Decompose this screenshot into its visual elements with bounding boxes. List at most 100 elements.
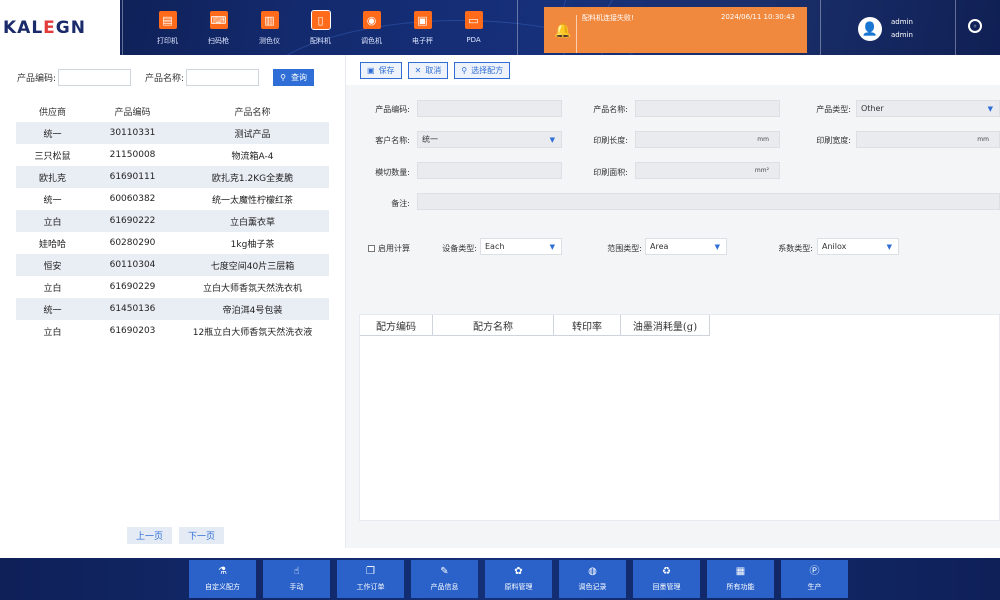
save-icon: ▣ xyxy=(367,66,375,75)
alert-banner[interactable]: 🔔 配料机连接失败! 2024/06/11 10:30:43 xyxy=(544,7,807,53)
bottom-nav-item[interactable]: ✿ 原料管理 xyxy=(485,560,552,598)
caret-down-icon: ▼ xyxy=(714,242,720,251)
table-cell: 恒安 xyxy=(16,254,89,276)
user-info[interactable]: 👤 admin admin xyxy=(858,16,913,42)
table-cell: 欧扎克1.2KG全麦脆 xyxy=(176,166,329,188)
next-page-button[interactable]: 下一页 xyxy=(179,527,224,544)
print-area-field[interactable]: mm² xyxy=(635,162,780,179)
product-type-value: Other xyxy=(861,104,884,113)
table-row[interactable]: 立白 61690229 立白大师香氛天然洗衣机 xyxy=(16,276,329,298)
device-nav: ▤ 打印机 ⌨ 扫码枪 ▥ 测色仪 ▯ 配料机 ◉ 调色机 ▣ 电子秤 ▭ PDA xyxy=(142,0,499,55)
nav-label: 电子秤 xyxy=(412,37,433,45)
product-name-field[interactable] xyxy=(635,100,780,117)
save-button-label: 保存 xyxy=(378,66,395,75)
nav-item-color-mixer[interactable]: ◉ 调色机 xyxy=(346,0,397,55)
coefficient-type-select[interactable]: Anilox ▼ xyxy=(817,238,899,255)
caret-down-icon: ▼ xyxy=(549,242,555,251)
product-type-select[interactable]: Other ▼ xyxy=(856,100,1000,117)
bottom-nav-item[interactable]: ◍ 调色记录 xyxy=(559,560,626,598)
divider xyxy=(955,0,956,55)
die-cut-qty-field[interactable] xyxy=(417,162,562,179)
nav-item-dispenser[interactable]: ▯ 配料机 xyxy=(295,0,346,55)
nav-item-scale[interactable]: ▣ 电子秤 xyxy=(397,0,448,55)
nav-item-printer[interactable]: ▤ 打印机 xyxy=(142,0,193,55)
table-cell: 物流箱A-4 xyxy=(176,144,329,166)
table-row[interactable]: 三只松鼠 21150008 物流箱A-4 xyxy=(16,144,329,166)
save-button[interactable]: ▣ 保存 xyxy=(360,62,402,79)
table-row[interactable]: 立白 61690203 12瓶立白大师香氛天然洗衣液 xyxy=(16,320,329,342)
nav-item-barcode-scanner[interactable]: ⌨ 扫码枪 xyxy=(193,0,244,55)
scale-icon: ▣ xyxy=(413,11,432,29)
coefficient-type-label: 系数类型: xyxy=(778,244,813,253)
table-cell: 61690203 xyxy=(89,320,176,342)
table-cell: 61690229 xyxy=(89,276,176,298)
table-cell: 三只松鼠 xyxy=(16,144,89,166)
nav-item-colorimeter[interactable]: ▥ 测色仪 xyxy=(244,0,295,55)
column-header: 配方编码 xyxy=(360,315,433,336)
bottom-nav-item[interactable]: ✎ 产品信息 xyxy=(411,560,478,598)
bottom-nav-item[interactable]: ⚗ 自定义配方 xyxy=(189,560,256,598)
table-row[interactable]: 统一 30110331 测试产品 xyxy=(16,122,329,144)
table-cell: 1kg柚子茶 xyxy=(176,232,329,254)
bottom-nav-item[interactable]: ♻ 回墨管理 xyxy=(633,560,700,598)
table-row[interactable]: 欧扎克 61690111 欧扎克1.2KG全麦脆 xyxy=(16,166,329,188)
product-code-label: 产品编码: xyxy=(375,105,410,114)
function-icon: Ⓟ xyxy=(809,565,820,577)
product-code-field[interactable] xyxy=(417,100,562,117)
divider xyxy=(122,0,123,55)
table-cell: 统一 xyxy=(16,122,89,144)
printer-icon: ▤ xyxy=(158,11,177,29)
device-type-select[interactable]: Each ▼ xyxy=(480,238,562,255)
divider xyxy=(517,0,518,55)
table-row[interactable]: 娃哈哈 60280290 1kg柚子茶 xyxy=(16,232,329,254)
user-role: admin xyxy=(891,31,913,39)
table-row[interactable]: 统一 60060382 统一太魔性柠檬红茶 xyxy=(16,188,329,210)
table-cell: 帝泊洱4号包装 xyxy=(176,298,329,320)
bottom-nav-label: 所有功能 xyxy=(726,582,755,591)
function-icon: ◍ xyxy=(588,565,597,577)
user-name: admin xyxy=(891,18,913,26)
product-code-input[interactable] xyxy=(58,69,132,86)
print-width-field[interactable]: mm xyxy=(856,131,1000,148)
print-area-label: 印刷面积: xyxy=(593,168,628,177)
cancel-button[interactable]: ✕ 取消 xyxy=(407,62,449,79)
bottom-nav-item[interactable]: ☝ 手动 xyxy=(263,560,330,598)
bottom-nav-item[interactable]: Ⓟ 生产 xyxy=(781,560,848,598)
nav-label: 调色机 xyxy=(361,37,382,45)
prev-page-button[interactable]: 上一页 xyxy=(127,527,172,544)
enable-calc-label: 启用计算 xyxy=(378,244,410,253)
search-icon: ⚲ xyxy=(280,73,286,82)
bottom-nav-label: 生产 xyxy=(807,582,822,591)
customer-name-label: 客户名称: xyxy=(375,136,410,145)
table-row[interactable]: 统一 61450136 帝泊洱4号包装 xyxy=(16,298,329,320)
select-formula-button[interactable]: ⚲ 选择配方 xyxy=(454,62,511,79)
table-cell: 60060382 xyxy=(89,188,176,210)
print-width-unit: mm xyxy=(977,136,989,143)
column-header: 转印率 xyxy=(554,315,621,336)
table-row[interactable]: 立白 61690222 立白薰衣草 xyxy=(16,210,329,232)
search-button[interactable]: ⚲ 查询 xyxy=(273,69,314,86)
nav-label: 扫码枪 xyxy=(208,37,229,45)
print-length-field[interactable]: mm xyxy=(635,131,780,148)
column-header: 油墨消耗量(g) xyxy=(621,315,710,336)
column-header: 供应商 xyxy=(16,100,89,122)
bottom-nav-item[interactable]: ❐ 工作订单 xyxy=(337,560,404,598)
dispenser-icon: ▯ xyxy=(310,10,331,30)
bottom-nav-label: 产品信息 xyxy=(430,582,459,591)
settings-icon[interactable]: ◦ xyxy=(968,19,982,33)
brand-logo: KAL E GN xyxy=(0,0,120,55)
table-cell: 统一太魔性柠檬红茶 xyxy=(176,188,329,210)
cancel-button-label: 取消 xyxy=(425,66,442,75)
range-type-select[interactable]: Area ▼ xyxy=(645,238,727,255)
bottom-nav-item[interactable]: ▦ 所有功能 xyxy=(707,560,774,598)
nav-item-pda[interactable]: ▭ PDA xyxy=(448,0,499,55)
remark-field[interactable] xyxy=(417,193,1000,210)
table-cell: 欧扎克 xyxy=(16,166,89,188)
bottom-bar: ⚗ 自定义配方 ☝ 手动 ❐ 工作订单 ✎ 产品信息 ✿ 原料管理 ◍ 调色记录 ♻ 回墨管… xyxy=(0,558,1000,600)
enable-calc-checkbox[interactable]: 启用计算 xyxy=(368,243,410,254)
table-row[interactable]: 恒安 60110304 七度空间40片三层箱 xyxy=(16,254,329,276)
customer-name-select[interactable]: 统一 ▼ xyxy=(417,131,562,148)
product-list-panel: 产品编码: 产品名称: ⚲ 查询 供应商 产品编码 产品名称 统一 3011033… xyxy=(0,55,345,548)
product-type-label: 产品类型: xyxy=(816,105,851,114)
product-name-input[interactable] xyxy=(186,69,260,86)
